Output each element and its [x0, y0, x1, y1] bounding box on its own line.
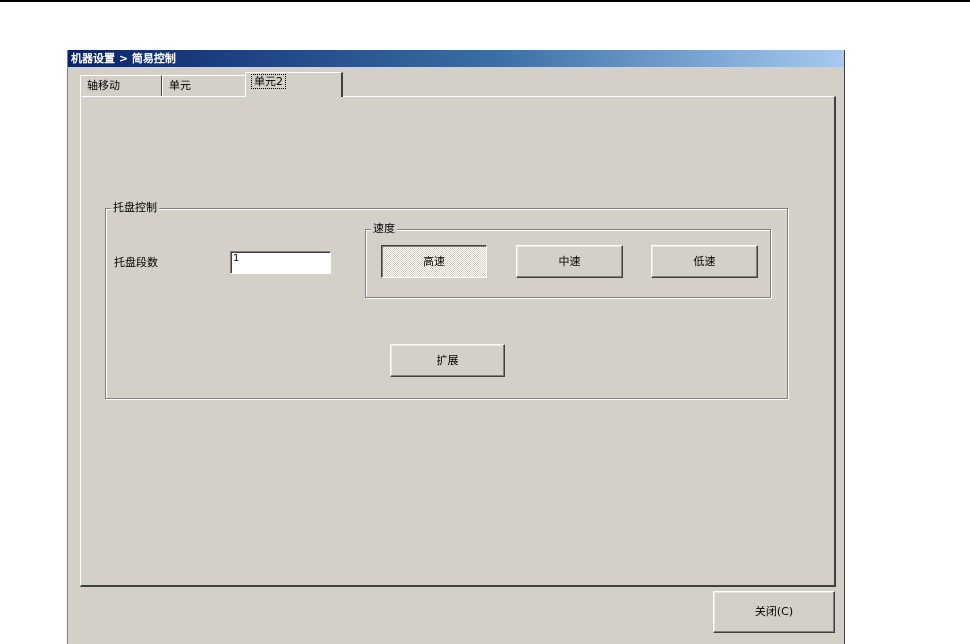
mid-speed-button[interactable]: 中速 — [516, 245, 623, 278]
close-button[interactable]: 关闭(C) — [713, 591, 835, 633]
tab-label: 单元 — [169, 79, 191, 92]
tray-count-value: 1 — [233, 253, 240, 264]
mid-speed-label: 中速 — [558, 255, 581, 268]
close-label: 关闭(C) — [754, 605, 794, 618]
dialog-window: 机器设置 > 简易控制 轴移动 单元 单元2 托盘控制 托盘段数 1 速度 高速… — [67, 50, 845, 644]
tab-unit[interactable]: 单元 — [162, 75, 246, 96]
tab-label: 单元2 — [251, 74, 286, 89]
title-bar: 机器设置 > 简易控制 — [68, 50, 844, 67]
top-border-line — [0, 0, 970, 2]
window-title: 机器设置 > 简易控制 — [71, 52, 176, 65]
expand-label: 扩展 — [436, 354, 459, 367]
tray-control-legend: 托盘控制 — [111, 201, 159, 215]
speed-group: 速度 高速 中速 低速 — [365, 222, 771, 298]
high-speed-button[interactable]: 高速 — [381, 245, 487, 278]
tab-unit2[interactable]: 单元2 — [245, 72, 343, 97]
tray-count-label: 托盘段数 — [114, 256, 158, 269]
low-speed-label: 低速 — [693, 255, 716, 268]
low-speed-button[interactable]: 低速 — [651, 245, 758, 278]
tray-control-group: 托盘控制 托盘段数 1 速度 高速 中速 低速 扩展 — [105, 201, 788, 399]
tray-count-input[interactable]: 1 — [230, 251, 331, 274]
tab-label: 轴移动 — [87, 79, 120, 92]
tab-panel: 托盘控制 托盘段数 1 速度 高速 中速 低速 扩展 — [80, 96, 836, 587]
expand-button[interactable]: 扩展 — [390, 344, 505, 377]
speed-legend: 速度 — [371, 222, 397, 236]
high-speed-label: 高速 — [423, 255, 445, 268]
tab-axis-move[interactable]: 轴移动 — [80, 75, 162, 96]
